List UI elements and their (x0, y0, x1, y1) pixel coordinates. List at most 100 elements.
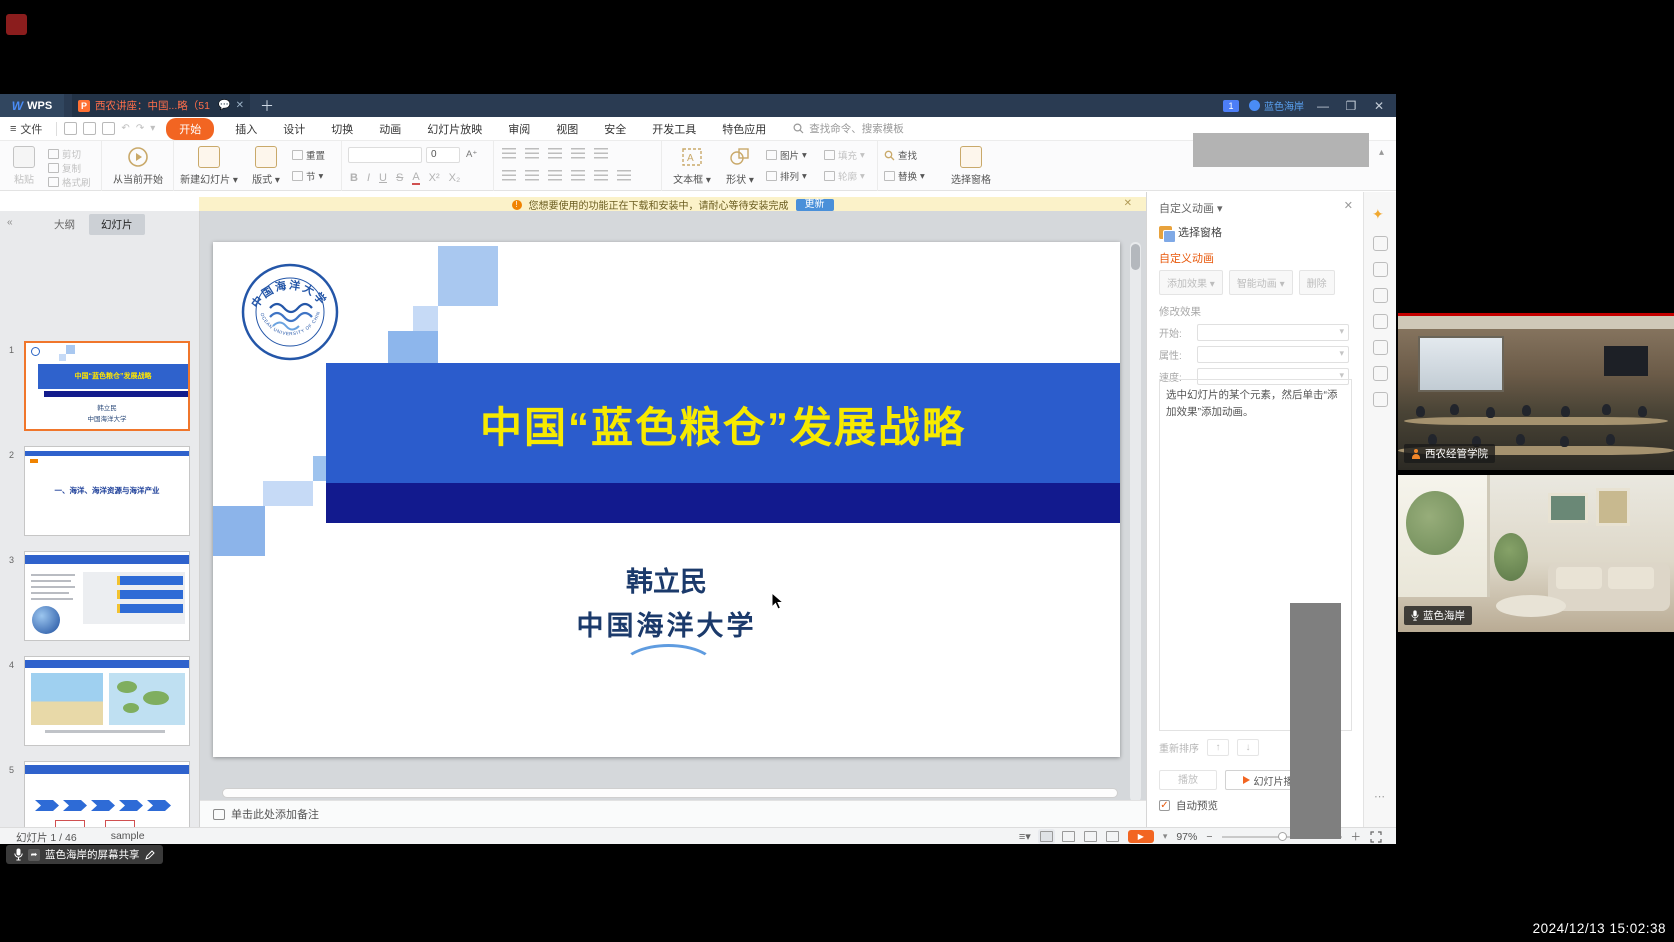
tab-animation[interactable]: 动画 (366, 121, 414, 137)
auto-preview-option[interactable]: ✓ 自动预览 (1159, 798, 1218, 813)
tab-review[interactable]: 审阅 (495, 121, 543, 137)
document-tab[interactable]: P 西农讲座：中国...略（51 张） 💬 ✕ (72, 94, 250, 117)
superscript-button[interactable]: X² (429, 172, 440, 184)
start-select[interactable] (1197, 324, 1349, 341)
bold-button[interactable]: B (350, 172, 358, 184)
slide-thumbnail-2[interactable]: 一、海洋、海洋资源与海洋产业 (24, 446, 190, 536)
zoom-out-icon[interactable]: − (1206, 831, 1212, 843)
slide-thumbnail-3[interactable] (24, 551, 190, 641)
sound-icon[interactable] (1373, 340, 1388, 355)
tab-security[interactable]: 安全 (591, 121, 639, 137)
font-color-button[interactable]: A (412, 171, 419, 185)
smart-animation-button[interactable]: 智能动画 ▾ (1229, 270, 1293, 295)
tab-outline[interactable]: 大纲 (42, 214, 87, 235)
arrange-button[interactable]: 排列 ▾ (766, 169, 807, 183)
cut-button[interactable]: 剪切 (48, 147, 81, 161)
play-button[interactable]: 播放 (1159, 770, 1217, 790)
media-icon[interactable] (1373, 314, 1388, 329)
slideshow-dropdown-icon[interactable]: ▾ (1163, 831, 1168, 842)
slide-sorter-icon[interactable] (1062, 831, 1075, 842)
slide-thumbnail-1[interactable]: 中国“蓝色粮仓”发展战略 韩立民 中国海洋大学 (24, 341, 190, 431)
command-search[interactable]: 查找命令、搜索模板 (793, 121, 904, 136)
align-left-icon[interactable] (502, 170, 516, 181)
numbering-icon[interactable] (525, 148, 539, 159)
slide-thumbnail-5[interactable] (24, 761, 190, 827)
new-tab-button[interactable]: ＋ (260, 96, 274, 116)
handout-view-icon[interactable] (1106, 831, 1119, 842)
horizontal-scrollbar[interactable] (222, 788, 1118, 798)
save-icon[interactable] (64, 122, 77, 135)
notification-badge[interactable]: 1 (1223, 100, 1239, 112)
favorites-icon[interactable]: ✦ (1372, 206, 1384, 223)
tab-close-icon[interactable]: ✕ (236, 100, 244, 111)
add-effect-button[interactable]: 添加效果 ▾ (1159, 270, 1223, 295)
tab-insert[interactable]: 插入 (222, 121, 270, 137)
normal-view-icon[interactable] (1040, 831, 1053, 842)
update-button[interactable]: 更新 (796, 199, 834, 211)
justify-icon[interactable] (571, 170, 585, 181)
theme-name[interactable]: sample (111, 830, 145, 845)
minimize-button[interactable]: — (1314, 99, 1332, 113)
format-painter-button[interactable]: 格式刷 (48, 175, 91, 189)
properties-icon[interactable] (1373, 236, 1388, 251)
outline-button[interactable]: 轮廓 ▾ (824, 169, 865, 183)
zoom-level[interactable]: 97% (1176, 831, 1197, 843)
tab-design[interactable]: 设计 (270, 121, 318, 137)
vertical-scrollbar-thumb[interactable] (1131, 244, 1140, 270)
menu-file[interactable]: ≡ 文件 (0, 121, 52, 137)
layout-button[interactable]: 版式 ▾ (244, 144, 288, 186)
paste-button[interactable]: 粘贴 (6, 144, 42, 186)
more-tools-icon[interactable]: ⋯ (1374, 790, 1385, 803)
help-icon[interactable] (1373, 392, 1388, 407)
text-box-button[interactable]: A 文本框 ▾ (668, 144, 716, 186)
redo-icon[interactable]: ↷ (136, 123, 144, 134)
subscript-button[interactable]: X₂ (449, 172, 461, 184)
italic-button[interactable]: I (367, 172, 370, 184)
video-feed-livingroom[interactable]: 蓝色海岸 (1398, 475, 1674, 632)
pane-close-icon[interactable]: ✕ (1344, 199, 1353, 212)
decrease-indent-icon[interactable] (548, 148, 562, 159)
slide-thumbnail-4[interactable] (24, 656, 190, 746)
font-family-input[interactable] (348, 147, 422, 163)
tab-special-apps[interactable]: 特色应用 (709, 121, 779, 137)
text-direction-icon[interactable] (594, 148, 608, 159)
bullets-icon[interactable] (502, 148, 516, 159)
selection-pane-button[interactable]: 选择窗格 (942, 144, 1000, 186)
copy-button[interactable]: 复制 (48, 161, 81, 175)
align-center-icon[interactable] (525, 170, 539, 181)
vertical-scrollbar[interactable] (1130, 242, 1141, 802)
zoom-in-icon[interactable]: ＋ (1351, 829, 1362, 844)
notes-bar[interactable]: 单击此处添加备注 (200, 800, 1146, 827)
comment-icon[interactable]: 💬 (218, 100, 230, 111)
wps-logo[interactable]: W WPS (0, 94, 64, 117)
section-button[interactable]: 节 ▾ (292, 169, 323, 183)
new-slide-button[interactable]: 新建幻灯片 ▾ (178, 144, 240, 186)
preview-icon[interactable] (102, 122, 115, 135)
move-up-button[interactable]: ↑ (1207, 739, 1229, 756)
tab-home[interactable]: 开始 (166, 118, 214, 140)
grow-font-button[interactable]: A⁺ (466, 149, 477, 160)
line-spacing-icon[interactable] (594, 170, 608, 181)
screen-share-pill[interactable]: ➦ 蓝色海岸的屏幕共享 (6, 845, 163, 864)
fit-screen-icon[interactable] (1370, 831, 1382, 843)
shapes-button[interactable]: 形状 ▾ (720, 144, 760, 186)
font-size-input[interactable]: 0 (426, 147, 460, 163)
delete-effect-button[interactable]: 删除 (1299, 270, 1335, 295)
reading-view-icon[interactable] (1084, 831, 1097, 842)
fill-button[interactable]: 填充 ▾ (824, 148, 865, 162)
tab-devtools[interactable]: 开发工具 (639, 121, 709, 137)
account-chip[interactable]: 蓝色海岸 (1249, 98, 1304, 113)
slide-canvas[interactable]: 中国“蓝色粮仓”发展战略 中国海洋大学 OCEAN UNIVERSITY OF … (213, 242, 1120, 757)
replace-button[interactable]: 替换 ▾ (884, 169, 925, 183)
find-button[interactable]: 查找 (884, 148, 917, 162)
underline-button[interactable]: U (379, 172, 387, 184)
tab-transition[interactable]: 切换 (318, 121, 366, 137)
close-button[interactable]: ✕ (1370, 99, 1388, 113)
video-feed-classroom[interactable]: 西农经管学院 (1398, 313, 1674, 470)
zoom-slider-thumb[interactable] (1278, 832, 1287, 841)
picture-button[interactable]: 图片 ▾ (766, 148, 807, 162)
play-from-current-button[interactable]: 从当前开始 (108, 144, 168, 186)
undo-icon[interactable]: ↶ (121, 123, 129, 134)
property-select[interactable] (1197, 346, 1349, 363)
increase-indent-icon[interactable] (571, 148, 585, 159)
